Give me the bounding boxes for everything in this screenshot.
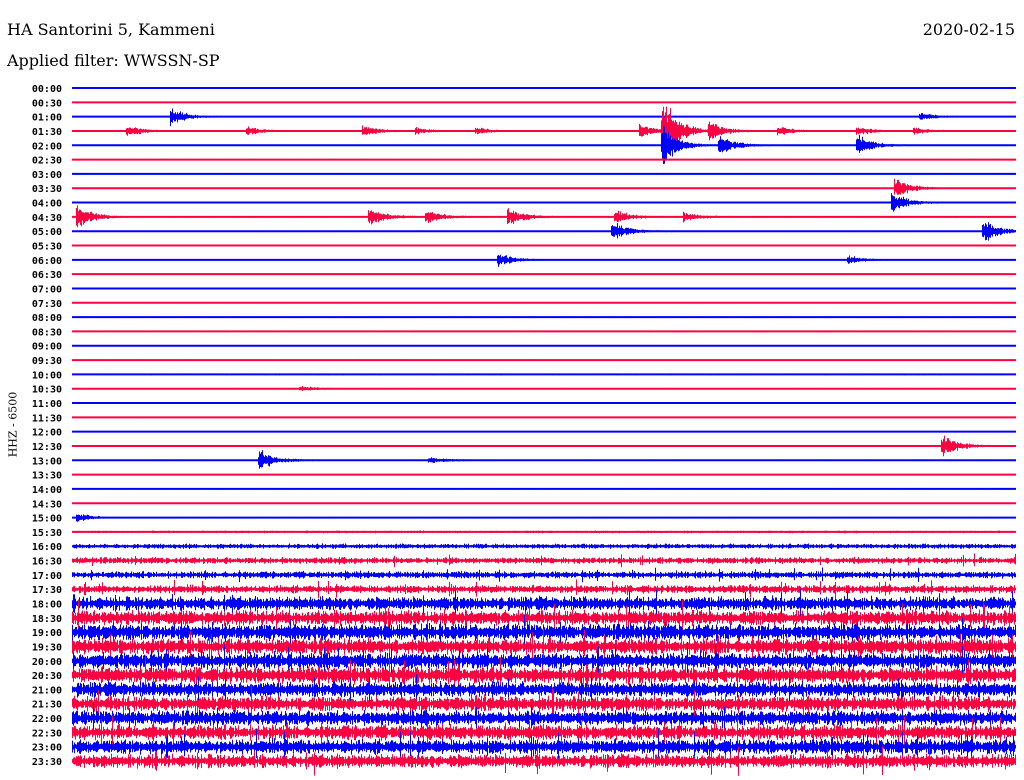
trace-line — [72, 193, 1016, 212]
time-tick-label: 10:30 — [32, 385, 62, 396]
time-tick-label: 11:00 — [32, 399, 62, 410]
trace-line — [72, 431, 1016, 433]
time-tick-label: 22:00 — [32, 714, 62, 725]
time-tick-label: 15:00 — [32, 514, 62, 525]
trace-line — [72, 222, 1016, 241]
time-tick-label: 04:30 — [32, 213, 62, 224]
trace-line — [72, 359, 1016, 361]
time-tick-label: 03:00 — [32, 170, 62, 181]
time-tick-label: 18:30 — [32, 614, 62, 625]
time-tick-label: 10:00 — [32, 370, 62, 381]
time-tick-label: 06:30 — [32, 270, 62, 281]
time-tick-label: 00:30 — [32, 98, 62, 109]
time-tick-label: 12:00 — [32, 428, 62, 439]
time-tick-label: 13:00 — [32, 456, 62, 467]
time-tick-label: 05:30 — [32, 242, 62, 253]
helicorder-plot: 00:00 00:30 01:00 01:30 02:00 02:30 03:00 03:30… — [32, 84, 1016, 776]
time-tick-label: 16:00 — [32, 542, 62, 553]
time-tick-label: 14:00 — [32, 485, 62, 496]
trace-line — [72, 553, 1016, 568]
time-tick-label: 03:30 — [32, 184, 62, 195]
time-tick-label: 23:30 — [32, 757, 62, 768]
trace-line — [72, 106, 1016, 162]
trace-line — [72, 567, 1016, 583]
time-tick-label: 05:00 — [32, 227, 62, 238]
time-tick-label: 16:30 — [32, 557, 62, 568]
time-tick-label: 19:00 — [32, 628, 62, 639]
time-tick-label: 04:00 — [32, 199, 62, 210]
time-tick-label: 02:00 — [32, 141, 62, 152]
time-tick-label: 13:30 — [32, 471, 62, 482]
time-tick-label: 21:00 — [32, 685, 62, 696]
time-tick-label: 15:30 — [32, 528, 62, 539]
time-tick-label: 20:00 — [32, 657, 62, 668]
time-tick-label: 23:00 — [32, 743, 62, 754]
trace-line — [72, 435, 1016, 457]
time-tick-label: 12:30 — [32, 442, 62, 453]
time-tick-label: 11:30 — [32, 413, 62, 424]
time-tick-label: 18:00 — [32, 599, 62, 610]
trace-line — [72, 345, 1016, 347]
time-tick-label: 20:30 — [32, 671, 62, 682]
time-tick-label: 22:30 — [32, 728, 62, 739]
time-tick-label: 09:00 — [32, 342, 62, 353]
time-tick-label: 06:00 — [32, 256, 62, 267]
time-tick-label: 09:30 — [32, 356, 62, 367]
time-tick-label: 17:00 — [32, 571, 62, 582]
time-tick-label: 02:30 — [32, 156, 62, 167]
trace-line — [72, 178, 1016, 195]
time-tick-label: 01:30 — [32, 127, 62, 138]
time-tick-label: 19:30 — [32, 642, 62, 653]
time-tick-label: 07:30 — [32, 299, 62, 310]
time-tick-label: 14:30 — [32, 499, 62, 510]
time-tick-label: 17:30 — [32, 585, 62, 596]
trace-line — [72, 543, 1016, 549]
trace-line — [72, 385, 1016, 391]
time-tick-label: 08:30 — [32, 327, 62, 338]
time-tick-label: 01:00 — [32, 113, 62, 124]
time-tick-label: 08:00 — [32, 313, 62, 324]
time-tick-label: 00:00 — [32, 84, 62, 95]
trace-line — [72, 579, 1016, 599]
time-tick-label: 07:00 — [32, 284, 62, 295]
time-tick-label: 21:30 — [32, 700, 62, 711]
